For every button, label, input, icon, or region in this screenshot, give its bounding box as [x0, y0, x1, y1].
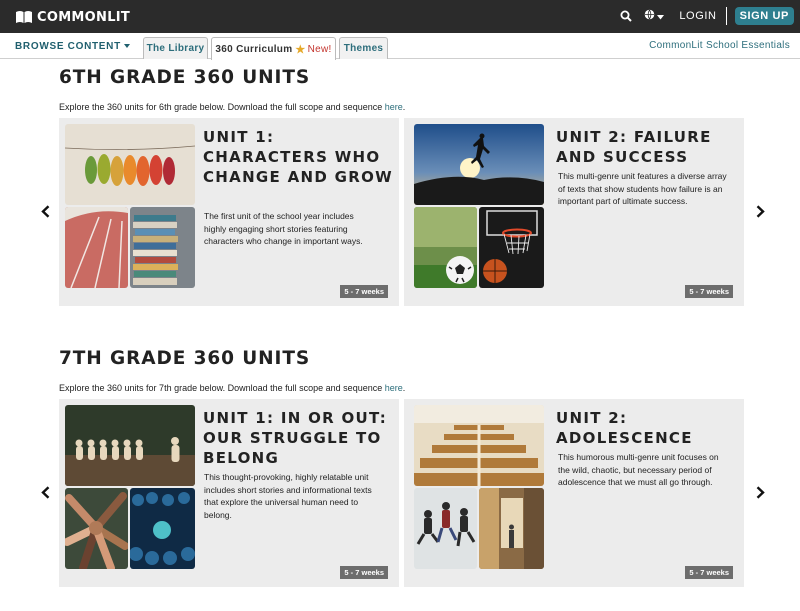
- duration-badge: 5 - 7 weeks: [685, 566, 733, 579]
- scope-sequence-link[interactable]: here: [385, 102, 403, 112]
- unit-card[interactable]: UNIT 1: IN OR OUT: OUR STRUGGLE TO BELON…: [59, 399, 399, 587]
- duration-badge: 5 - 7 weeks: [340, 566, 388, 579]
- tab-label: Themes: [343, 43, 384, 54]
- section-description-period: .: [402, 102, 406, 112]
- running-track-image: [65, 207, 128, 288]
- unit-card[interactable]: UNIT 2: ADOLESCENCE This humorous multi-…: [404, 399, 744, 587]
- caret-down-icon: [123, 44, 130, 49]
- blue-spheres-image: [130, 488, 195, 569]
- unit-image-collage: [65, 124, 196, 288]
- globe-icon: [644, 7, 655, 25]
- section-title-6th-grade: 6TH GRADE 360 UNITS: [59, 67, 311, 88]
- unit-image-collage: [414, 124, 545, 288]
- new-badge: New!: [307, 43, 332, 55]
- browse-content-label: BROWSE CONTENT: [15, 41, 121, 52]
- unit-description: This humorous multi-genre unit focuses o…: [558, 452, 719, 487]
- runner-silhouette-image: [414, 124, 544, 205]
- scope-sequence-link[interactable]: here: [385, 383, 403, 393]
- browse-content-menu[interactable]: BROWSE CONTENT: [15, 41, 130, 52]
- top-header-bar: COMMONLIT LOGIN SIGN UP: [0, 0, 800, 33]
- star-icon: ★: [295, 43, 306, 56]
- signup-button[interactable]: SIGN UP: [734, 7, 794, 25]
- caret-down-icon: [655, 7, 665, 25]
- jumping-teens-image: [414, 488, 477, 569]
- commonlit-logo[interactable]: COMMONLIT: [15, 9, 130, 25]
- book-logo-icon: [15, 10, 33, 24]
- wooden-figures-image: [65, 405, 195, 486]
- tab-360-curriculum[interactable]: 360 Curriculum ★ New!: [211, 37, 336, 60]
- school-essentials-link[interactable]: CommonLit School Essentials: [649, 40, 790, 51]
- basketball-hoop-image: [479, 207, 544, 288]
- tab-themes[interactable]: Themes: [339, 37, 388, 59]
- unit-card[interactable]: UNIT 2: FAILURE AND SUCCESS This multi-g…: [404, 118, 744, 306]
- section-description: Explore the 360 units for 7th grade belo…: [59, 383, 405, 393]
- carousel-next-arrow[interactable]: [753, 484, 767, 500]
- autumn-leaves-image: [65, 124, 195, 205]
- unit-image-collage: [414, 405, 545, 569]
- search-icon[interactable]: [615, 6, 637, 26]
- school-hallway-image: [479, 488, 544, 569]
- duration-badge: 5 - 7 weeks: [340, 285, 388, 298]
- top-right-actions: LOGIN SIGN UP: [615, 6, 794, 26]
- carousel-prev-arrow[interactable]: [38, 484, 52, 500]
- tab-label: The Library: [146, 43, 205, 54]
- unit-image-collage: [65, 405, 196, 569]
- sub-navigation: BROWSE CONTENT The Library 360 Curriculu…: [0, 33, 800, 60]
- header-divider: [725, 7, 727, 25]
- unit-title[interactable]: UNIT 1: CHARACTERS WHO CHANGE AND GROW: [203, 127, 393, 187]
- unit-title[interactable]: UNIT 2: FAILURE AND SUCCESS: [556, 127, 746, 167]
- duration-badge: 5 - 7 weeks: [685, 285, 733, 298]
- carousel-prev-arrow[interactable]: [38, 203, 52, 219]
- auditorium-seats-image: [414, 405, 544, 486]
- section-description-period: .: [402, 383, 406, 393]
- soccer-ball-image: [414, 207, 477, 288]
- section-description-text: Explore the 360 units for 7th grade belo…: [59, 383, 385, 393]
- login-link[interactable]: LOGIN: [679, 10, 716, 22]
- unit-description: The first unit of the school year includ…: [204, 211, 363, 246]
- unit-title[interactable]: UNIT 2: ADOLESCENCE: [556, 408, 746, 448]
- unit-description: This multi-genre unit features a diverse…: [558, 171, 727, 206]
- tab-the-library[interactable]: The Library: [143, 37, 208, 59]
- section-title-7th-grade: 7TH GRADE 360 UNITS: [59, 348, 311, 369]
- carousel-next-arrow[interactable]: [753, 203, 767, 219]
- stacked-books-image: [130, 207, 195, 288]
- unit-title[interactable]: UNIT 1: IN OR OUT: OUR STRUGGLE TO BELON…: [203, 408, 393, 468]
- logo-text: COMMONLIT: [37, 9, 131, 25]
- section-description-text: Explore the 360 units for 6th grade belo…: [59, 102, 385, 112]
- language-selector[interactable]: [641, 6, 667, 26]
- unit-card[interactable]: UNIT 1: CHARACTERS WHO CHANGE AND GROW T…: [59, 118, 399, 306]
- section-description: Explore the 360 units for 6th grade belo…: [59, 102, 405, 112]
- tab-label: 360 Curriculum: [215, 43, 293, 55]
- stacked-hands-image: [65, 488, 128, 569]
- unit-description: This thought-provoking, highly relatable…: [204, 472, 372, 520]
